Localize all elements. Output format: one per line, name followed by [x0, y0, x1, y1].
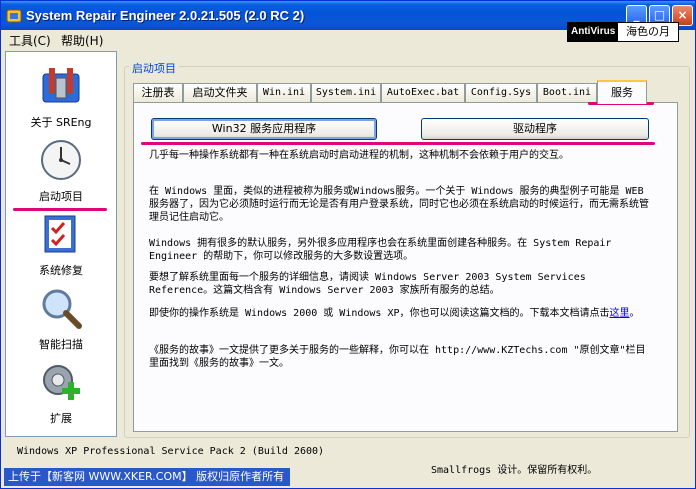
win32-services-button[interactable]: Win32 服务应用程序: [151, 118, 377, 140]
default-services-paragraph: Windows 拥有很多的默认服务，另外很多应用程序也会在系统里面创建各种服务。…: [149, 238, 618, 262]
sidebar: 关于 SREng 启动项目 系统修复 智能扫描 扩展: [5, 51, 117, 437]
download-link[interactable]: 这里: [610, 308, 630, 319]
antivirus-badge: AntiVirus: [567, 22, 620, 42]
toolbox-icon: [42, 68, 80, 103]
sidebar-item-repair[interactable]: 系统修复: [6, 206, 116, 280]
sidebar-item-label: 扩展: [50, 412, 72, 425]
copyright-text: Smallfrogs 设计。保留所有权利。: [431, 465, 598, 476]
story-paragraph: 《服务的故事》一文提供了更多关于服务的一些解释，你可以在 http://www.…: [149, 345, 646, 369]
tab-services[interactable]: 服务: [597, 80, 647, 104]
sidebar-item-extensions[interactable]: 扩展: [6, 354, 116, 428]
intro-paragraph: 几乎每一种操作系统都有一种在系统启动时启动进程的机制，这种机制不会依赖于用户的交…: [149, 150, 569, 161]
app-icon: [6, 9, 22, 23]
app-window: System Repair Engineer 2.0.21.505 (2.0 R…: [0, 0, 696, 489]
tab-boot-ini[interactable]: Boot.ini: [537, 83, 597, 103]
tab-system-ini[interactable]: System.ini: [311, 83, 381, 103]
drivers-button[interactable]: 驱动程序: [421, 118, 649, 140]
tab-registry[interactable]: 注册表: [133, 83, 183, 103]
sidebar-item-label: 系统修复: [39, 264, 83, 277]
reference-paragraph: 要想了解系统里面每一个服务的详细信息，请阅读 Windows Server 20…: [149, 272, 592, 296]
sidebar-item-label: 启动项目: [39, 190, 83, 203]
annotation-underline-startup: [13, 208, 107, 211]
sidebar-item-label: 关于 SREng: [30, 116, 92, 129]
download-text-end: 。: [629, 308, 640, 319]
annotation-underline-buttons: [141, 142, 655, 145]
ocean-moon-badge: 海色の月: [617, 22, 679, 42]
tab-startup-folder[interactable]: 启动文件夹: [183, 83, 257, 103]
sidebar-item-about[interactable]: 关于 SREng: [6, 58, 116, 132]
sidebar-item-startup[interactable]: 启动项目: [6, 132, 116, 206]
tab-config-sys[interactable]: Config.Sys: [465, 83, 537, 103]
clock-icon: [41, 140, 81, 180]
uploader-banner: 上传于【新客网 WWW.XKER.COM】 版权归原作者所有: [4, 468, 290, 486]
services-paragraph: 在 Windows 里面，类似的进程被称为服务或Windows服务。一个关于 W…: [149, 186, 650, 223]
sidebar-item-smart-scan[interactable]: 智能扫描: [6, 280, 116, 354]
tab-autoexec-bat[interactable]: AutoExec.bat: [381, 83, 465, 103]
gear-plus-icon: [43, 365, 80, 400]
download-paragraph: 即使你的操作系统是 Windows 2000 或 Windows XP，你也可以…: [149, 307, 649, 320]
magnifier-icon: [42, 289, 82, 329]
group-label: 启动项目: [129, 60, 179, 76]
sidebar-item-label: 智能扫描: [39, 338, 83, 351]
os-version-text: Windows XP Professional Service Pack 2 (…: [17, 446, 325, 457]
checklist-icon: [44, 215, 76, 253]
status-bar: Windows XP Professional Service Pack 2 (…: [1, 441, 695, 488]
window-title: System Repair Engineer 2.0.21.505 (2.0 R…: [26, 8, 305, 23]
menu-help[interactable]: 帮助(H): [61, 32, 103, 49]
tab-win-ini[interactable]: Win.ini: [257, 83, 311, 103]
download-text: 即使你的操作系统是 Windows 2000 或 Windows XP，你也可以…: [149, 308, 610, 319]
menu-tools[interactable]: 工具(C): [9, 32, 51, 49]
